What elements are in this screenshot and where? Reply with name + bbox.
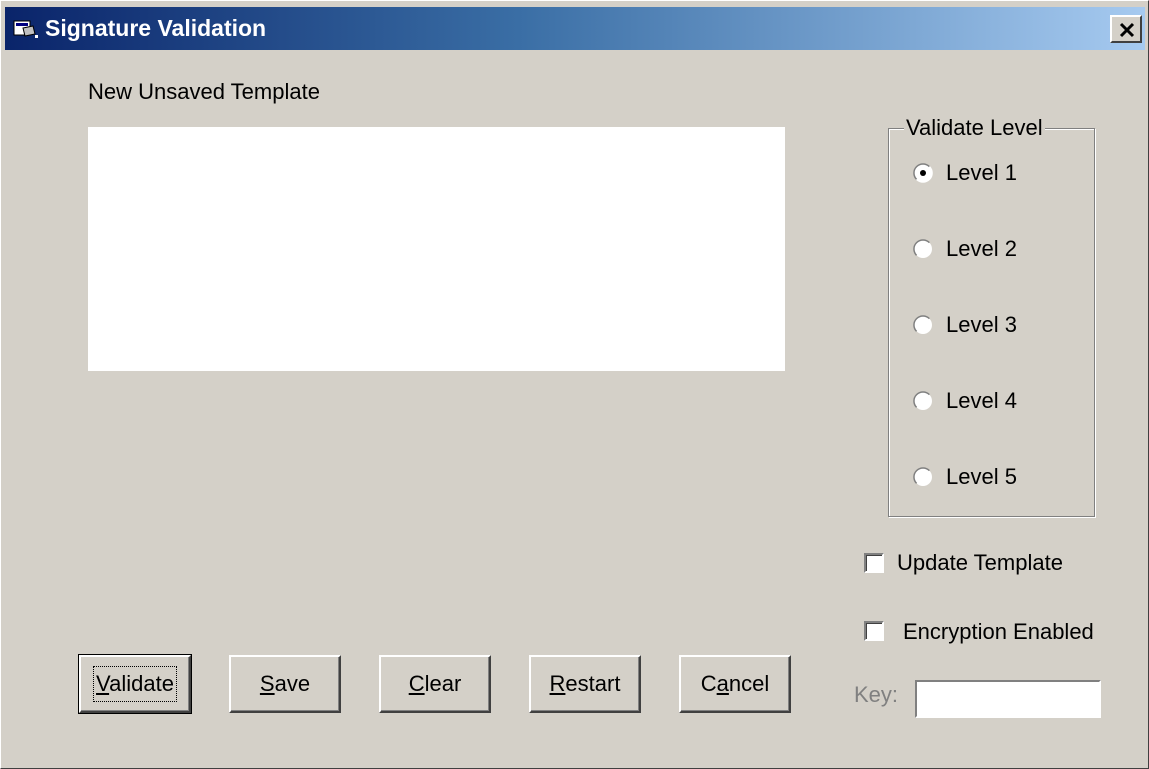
level-4-label: Level 4	[946, 388, 1017, 413]
validate-level-legend: Validate Level	[904, 115, 1045, 141]
update-template-label: Update Template	[897, 550, 1063, 575]
level-3-label: Level 3	[946, 312, 1017, 337]
radio-level-2[interactable]	[913, 239, 933, 259]
radio-level-5[interactable]	[913, 467, 933, 487]
encryption-enabled-checkbox[interactable]	[864, 621, 884, 641]
signature-validation-window: Signature Validation New Unsaved Templat…	[0, 0, 1149, 769]
key-input[interactable]	[915, 680, 1101, 718]
signature-template-area[interactable]	[88, 127, 785, 371]
radio-level-3[interactable]	[913, 315, 933, 335]
save-button[interactable]: Save	[229, 655, 341, 713]
cancel-button-label: Cancel	[700, 671, 770, 696]
title-bar[interactable]: Signature Validation	[5, 7, 1145, 50]
restart-button-label: Restart	[549, 671, 621, 696]
save-button-label: Save	[259, 671, 311, 696]
cancel-button[interactable]: Cancel	[679, 655, 791, 713]
window-title: Signature Validation	[45, 15, 267, 41]
validate-button[interactable]: Validate	[78, 654, 192, 714]
app-icon	[13, 18, 39, 40]
radio-level-4[interactable]	[913, 391, 933, 411]
template-name-label: New Unsaved Template	[88, 79, 320, 104]
clear-button[interactable]: Clear	[379, 655, 491, 713]
encryption-enabled-label: Encryption Enabled	[903, 619, 1094, 644]
restart-button[interactable]: Restart	[529, 655, 641, 713]
level-1-label: Level 1	[946, 160, 1017, 185]
level-5-label: Level 5	[946, 464, 1017, 489]
validate-button-label: Validate	[93, 666, 177, 702]
close-button[interactable]	[1110, 15, 1142, 43]
update-template-checkbox[interactable]	[864, 553, 884, 573]
level-2-label: Level 2	[946, 236, 1017, 261]
close-icon	[1119, 22, 1135, 38]
radio-level-1[interactable]	[913, 163, 933, 183]
key-label: Key:	[854, 682, 899, 707]
clear-button-label: Clear	[408, 671, 462, 696]
